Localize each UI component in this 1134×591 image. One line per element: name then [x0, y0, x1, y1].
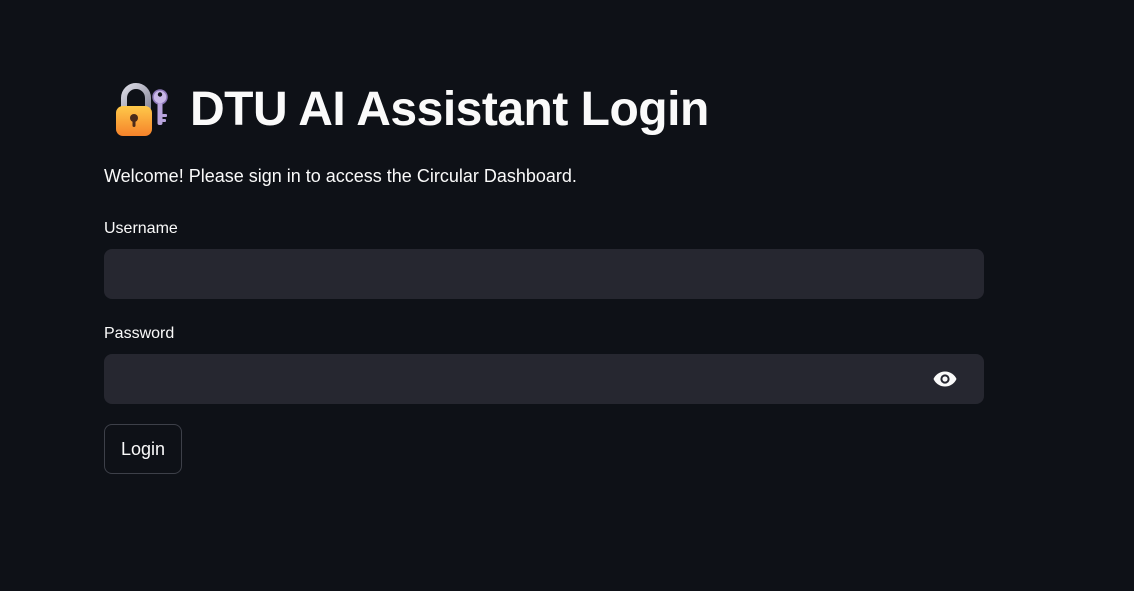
username-input[interactable] [104, 249, 984, 299]
title-row: DTU AI Assistant Login [112, 78, 709, 142]
password-field-container [104, 354, 984, 404]
password-label: Password [104, 325, 175, 342]
login-button[interactable]: Login [104, 424, 182, 474]
welcome-message: Welcome! Please sign in to access the Ci… [104, 166, 577, 186]
username-field-container [104, 249, 984, 299]
username-label: Username [104, 220, 178, 237]
password-input[interactable] [104, 354, 984, 404]
show-password-toggle[interactable] [932, 367, 958, 391]
eye-icon [933, 371, 957, 387]
login-page: DTU AI Assistant Login Welcome! Please s… [0, 0, 1134, 591]
page-title: DTU AI Assistant Login [190, 83, 709, 136]
lock-with-key-icon [116, 83, 168, 136]
